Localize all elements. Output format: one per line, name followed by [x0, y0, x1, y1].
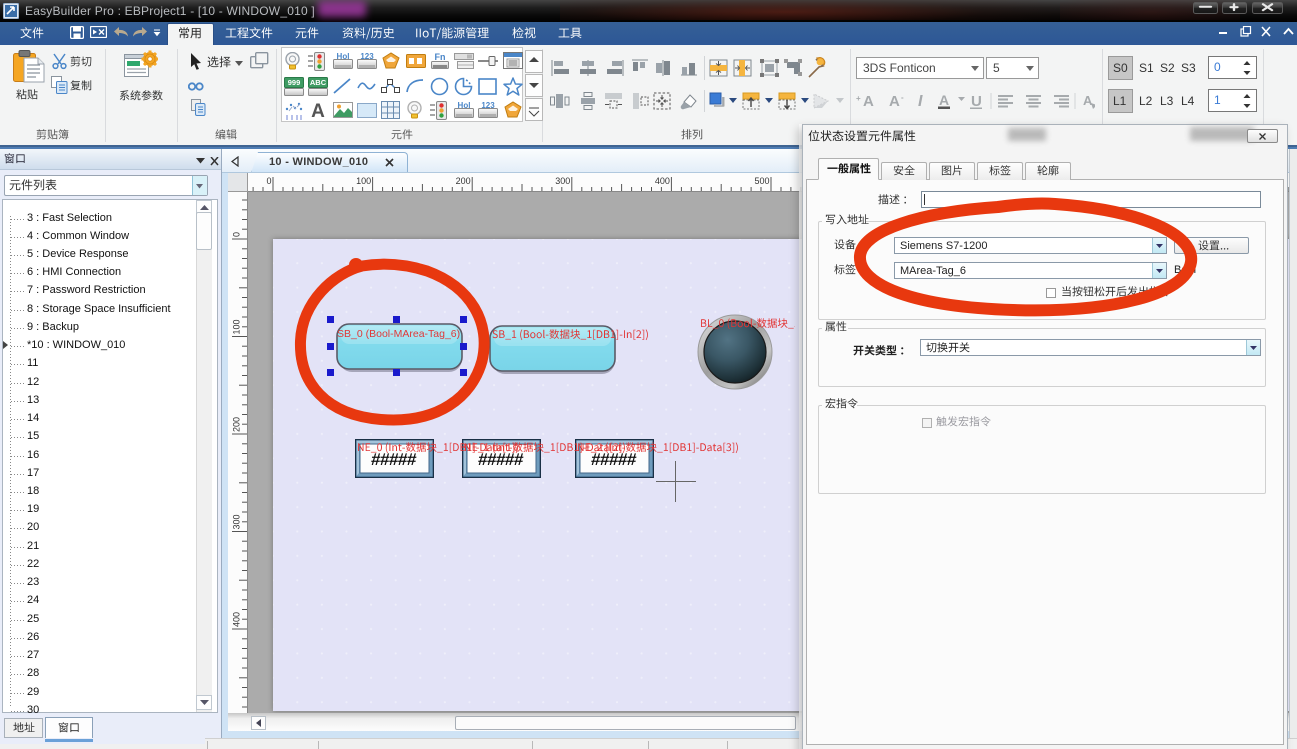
svg-text:500: 500 [754, 176, 769, 186]
svg-text:0: 0 [232, 232, 242, 237]
svg-text:A: A [889, 93, 900, 110]
svg-text:400: 400 [232, 612, 242, 627]
svg-text:200: 200 [456, 176, 471, 186]
svg-text:999: 999 [288, 78, 301, 87]
svg-text:Fn: Fn [434, 52, 445, 62]
svg-text:ABC: ABC [310, 78, 327, 87]
svg-text:I: I [918, 93, 923, 110]
svg-text:0: 0 [266, 176, 271, 186]
svg-text:A: A [311, 101, 325, 119]
svg-text:A: A [939, 92, 949, 108]
svg-text:-: - [901, 93, 904, 102]
svg-text:200: 200 [232, 417, 242, 432]
svg-text:300: 300 [555, 176, 570, 186]
svg-text:A: A [1083, 93, 1093, 108]
svg-text:A: A [863, 93, 874, 110]
svg-text:100: 100 [356, 176, 371, 186]
svg-text:+: + [856, 94, 861, 103]
svg-text:300: 300 [232, 514, 242, 529]
svg-text:100: 100 [232, 319, 242, 334]
svg-text:U: U [971, 93, 982, 110]
svg-text:400: 400 [655, 176, 670, 186]
